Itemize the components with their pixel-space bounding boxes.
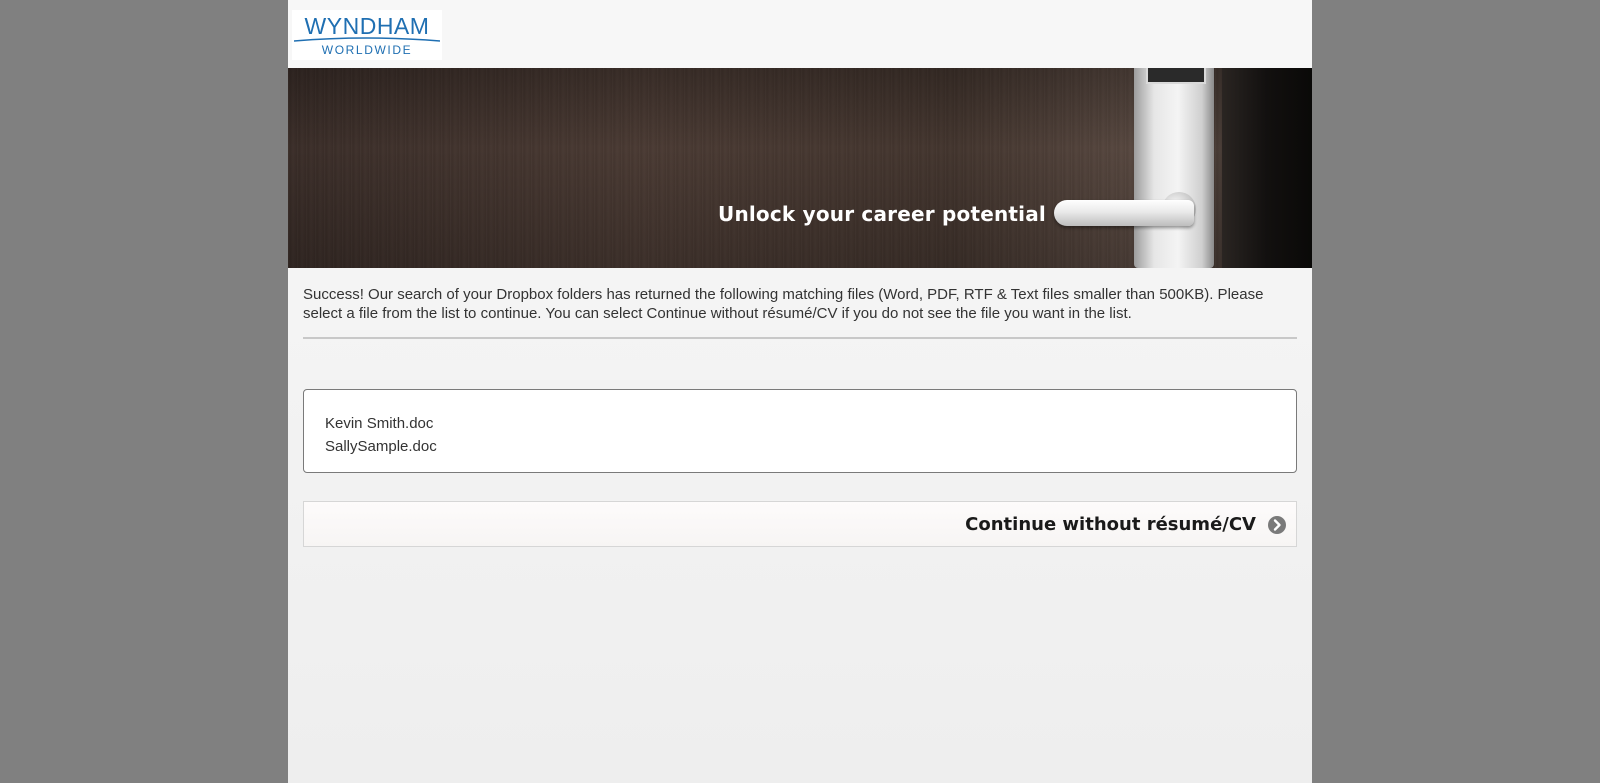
- continue-button-label: Continue without résumé/CV: [965, 514, 1256, 535]
- chevron-right-circle-icon: [1268, 516, 1286, 534]
- file-list: Kevin Smith.doc SallySample.doc: [303, 389, 1297, 473]
- door-handle-image: [1054, 200, 1194, 226]
- page-container: WYNDHAM WORLDWIDE Unlock your career pot…: [288, 0, 1312, 783]
- hero-banner: Unlock your career potential: [288, 68, 1312, 268]
- banner-tagline: Unlock your career potential: [718, 202, 1046, 226]
- file-item[interactable]: Kevin Smith.doc: [325, 412, 1275, 435]
- door-lock-image: [1134, 68, 1214, 268]
- intro-message: Success! Our search of your Dropbox fold…: [303, 285, 1297, 339]
- main-content: Success! Our search of your Dropbox fold…: [288, 268, 1312, 547]
- logo-subtitle: WORLDWIDE: [321, 43, 413, 57]
- file-item[interactable]: SallySample.doc: [325, 435, 1275, 458]
- wyndham-logo[interactable]: WYNDHAM WORLDWIDE: [292, 10, 442, 60]
- logo-wordmark: WYNDHAM: [304, 13, 430, 39]
- header: WYNDHAM WORLDWIDE: [288, 0, 1312, 68]
- continue-without-resume-button[interactable]: Continue without résumé/CV: [303, 501, 1297, 547]
- logo-swoosh-icon: [294, 37, 440, 42]
